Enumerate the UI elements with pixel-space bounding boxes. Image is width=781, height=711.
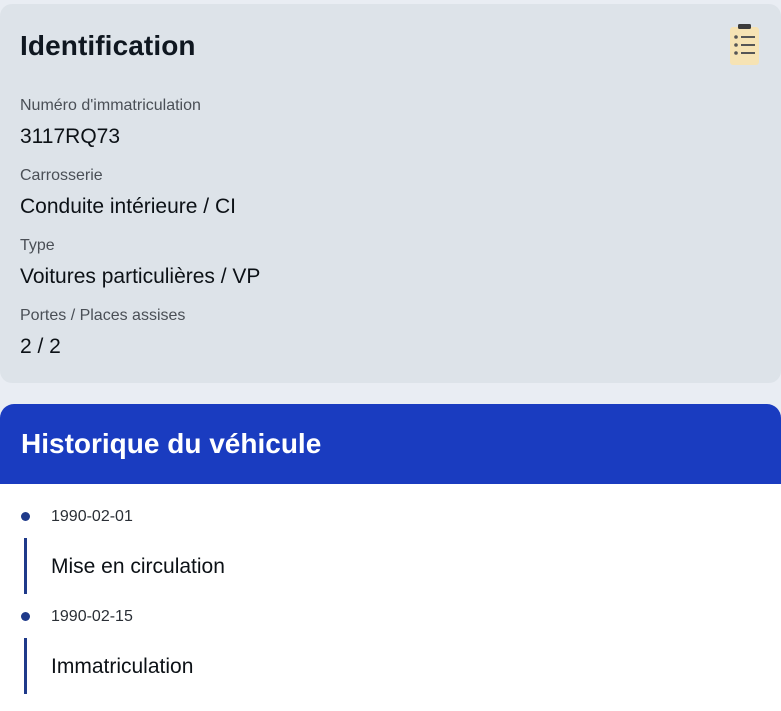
field-body-type: Carrosserie Conduite intérieure / CI <box>20 166 236 219</box>
field-value: Conduite intérieure / CI <box>20 195 236 218</box>
historique-title: Historique du véhicule <box>21 428 322 459</box>
timeline-event: Immatriculation <box>51 655 194 678</box>
field-label: Type <box>20 237 55 254</box>
field-registration: Numéro d'immatriculation 3117RQ73 <box>20 96 201 149</box>
timeline-line <box>24 638 27 694</box>
field-value: Voitures particulières / VP <box>20 265 261 288</box>
field-value: 3117RQ73 <box>20 125 121 148</box>
timeline-line <box>24 538 27 594</box>
timeline-event: Mise en circulation <box>51 555 225 578</box>
timeline-date: 1990-02-15 <box>51 608 133 625</box>
historique-header: Historique du véhicule <box>0 404 781 484</box>
field-label: Portes / Places assises <box>20 307 186 324</box>
identification-card: Identification Numéro d'immatriculation … <box>0 4 781 383</box>
field-value: 2 / 2 <box>20 335 61 358</box>
field-type: Type Voitures particulières / VP <box>20 236 260 289</box>
clipboard-list-icon <box>728 23 761 67</box>
timeline-date: 1990-02-01 <box>51 508 133 525</box>
historique-card: Historique du véhicule 1990-02-01 Mise e… <box>0 404 781 711</box>
identification-title: Identification <box>20 30 196 61</box>
field-doors-seats: Portes / Places assises 2 / 2 <box>20 306 185 359</box>
field-label: Carrosserie <box>20 167 103 184</box>
timeline-dot <box>21 612 30 621</box>
field-label: Numéro d'immatriculation <box>20 97 201 114</box>
timeline-dot <box>21 512 30 521</box>
